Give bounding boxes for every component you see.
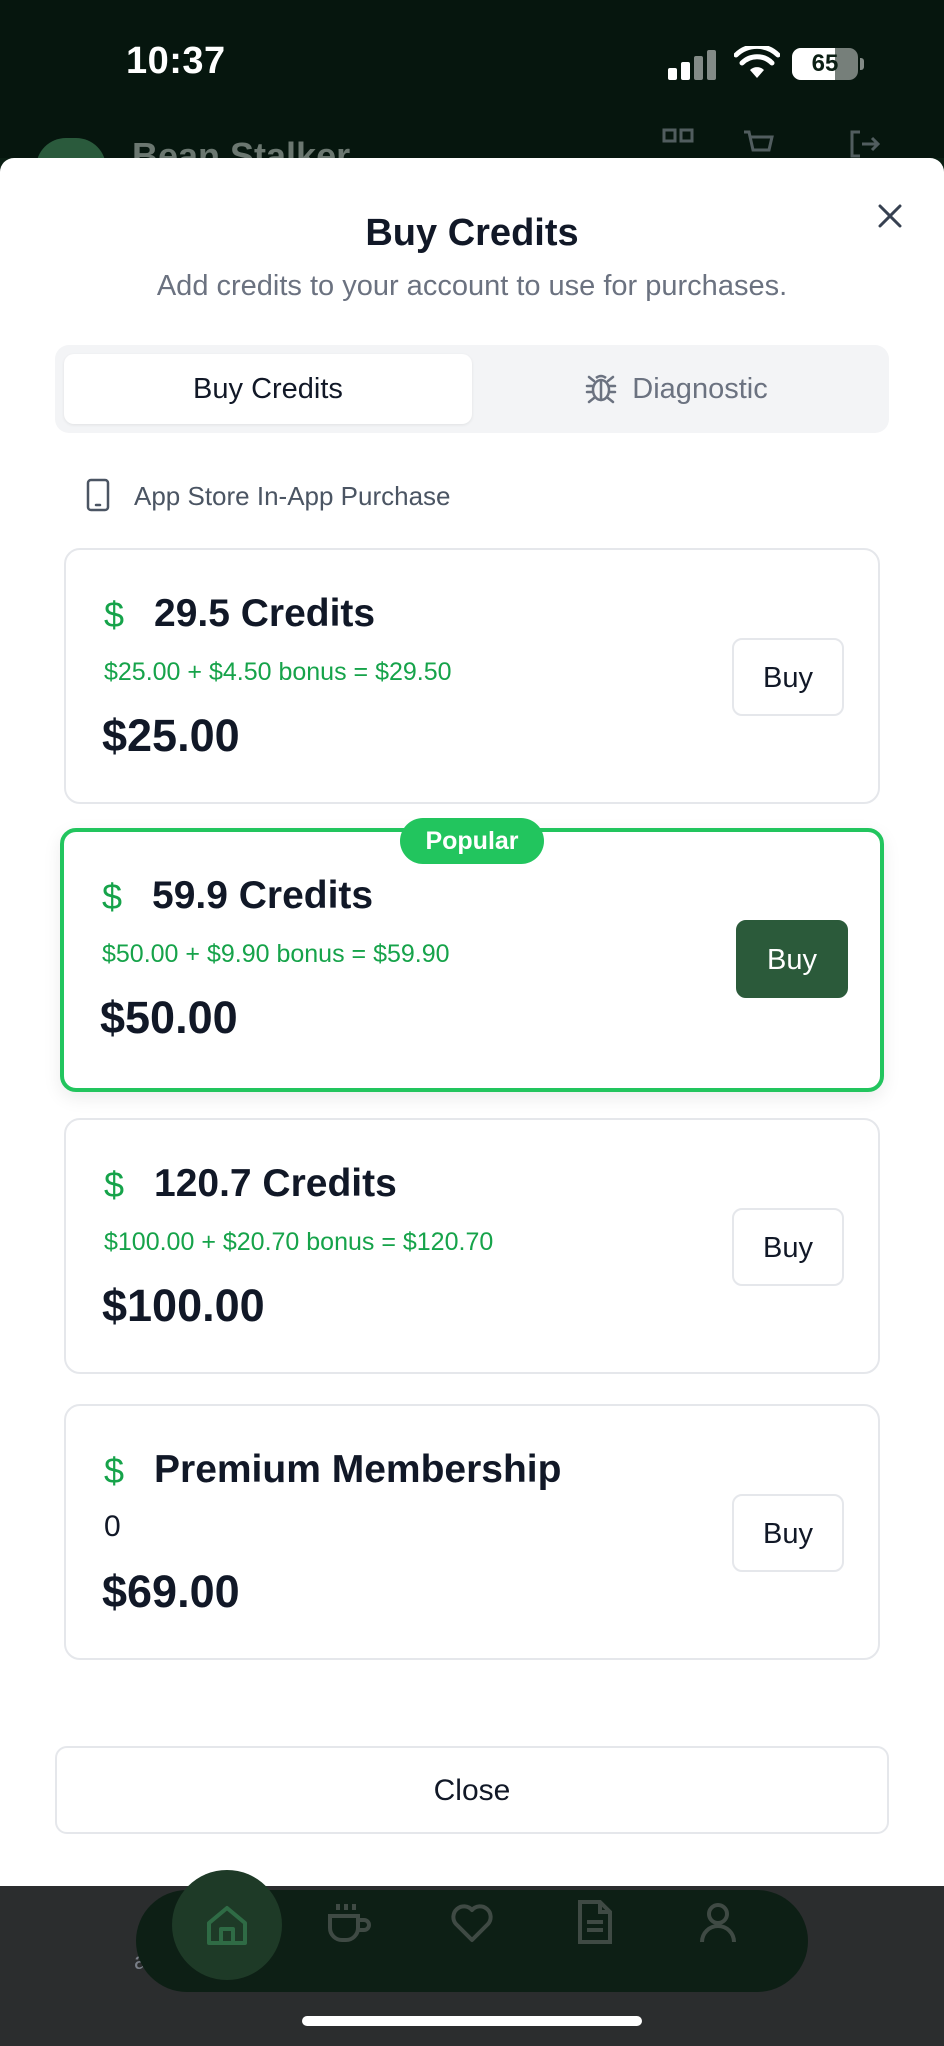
credit-package-card: $ 120.7 Credits $100.00 + $20.70 bonus =…	[64, 1118, 880, 1374]
signal-icon	[668, 50, 720, 80]
dollar-icon: $	[102, 876, 123, 917]
tab-diagnostic-label: Diagnostic	[632, 373, 768, 405]
sheet-subtitle: Add credits to your account to use for p…	[156, 270, 788, 302]
dollar-icon: $	[104, 594, 125, 635]
heart-icon[interactable]	[448, 1898, 496, 1946]
status-time: 10:37	[126, 40, 226, 82]
profile-icon[interactable]	[694, 1898, 742, 1946]
package-price: $50.00	[100, 992, 238, 1043]
battery-level: 65	[811, 50, 839, 77]
buy-button[interactable]: Buy	[732, 638, 844, 716]
package-bonus-detail: $25.00 + $4.50 bonus = $29.50	[104, 658, 452, 686]
tab-bar: Buy Credits Diagnostic	[55, 345, 889, 433]
package-detail: 0	[104, 1510, 121, 1543]
purchase-source-label: App Store In-App Purchase	[134, 481, 451, 511]
buy-button[interactable]: Buy	[736, 920, 848, 998]
package-price: $25.00	[102, 710, 240, 761]
popular-badge: Popular	[400, 818, 544, 864]
package-name: 59.9 Credits	[152, 874, 374, 917]
membership-package-card: $ Premium Membership 0 $69.00 Buy	[64, 1404, 880, 1660]
cart-icon	[744, 130, 774, 152]
package-bonus-detail: $100.00 + $20.70 bonus = $120.70	[104, 1228, 494, 1256]
close-button[interactable]: Close	[55, 1746, 889, 1834]
package-bonus-detail: $50.00 + $9.90 bonus = $59.90	[102, 940, 450, 968]
package-name: 29.5 Credits	[154, 592, 376, 635]
logout-icon	[850, 130, 880, 158]
document-icon[interactable]	[570, 1898, 618, 1946]
package-name: Premium Membership	[154, 1448, 562, 1491]
sheet-title: Buy Credits	[365, 212, 579, 254]
dollar-icon: $	[104, 1164, 125, 1205]
package-price: $69.00	[102, 1566, 240, 1617]
coffee-icon[interactable]	[324, 1898, 372, 1946]
phone-icon	[86, 478, 110, 512]
tab-buy-credits[interactable]: Buy Credits	[64, 354, 472, 424]
package-name: 120.7 Credits	[154, 1162, 397, 1205]
buy-button[interactable]: Buy	[732, 1494, 844, 1572]
tab-diagnostic[interactable]: Diagnostic	[472, 354, 880, 424]
bug-icon	[586, 374, 617, 404]
package-price: $100.00	[102, 1280, 265, 1331]
credit-package-card-popular: $ 59.9 Credits $50.00 + $9.90 bonus = $5…	[60, 828, 884, 1092]
home-icon[interactable]	[203, 1901, 251, 1949]
buy-button[interactable]: Buy	[732, 1208, 844, 1286]
qr-code-icon	[662, 128, 694, 143]
dollar-icon: $	[104, 1450, 125, 1491]
wifi-icon	[734, 46, 780, 78]
battery-icon: 65	[792, 48, 858, 80]
battery-tip	[860, 58, 864, 70]
home-indicator	[302, 2016, 642, 2026]
credit-package-card: $ 29.5 Credits $25.00 + $4.50 bonus = $2…	[64, 548, 880, 804]
